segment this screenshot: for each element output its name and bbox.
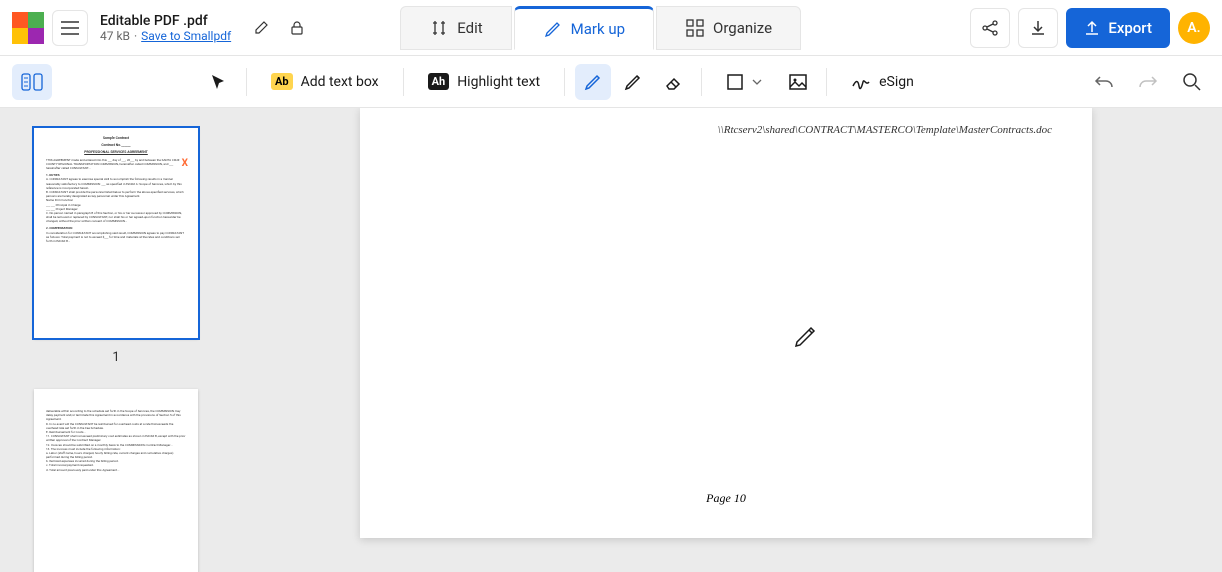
pencil-tool[interactable] — [575, 64, 611, 100]
shape-tool[interactable] — [712, 64, 776, 100]
page-number-label: 1 — [14, 350, 218, 365]
smallpdf-logo[interactable] — [12, 12, 44, 44]
hamburger-menu-button[interactable] — [52, 10, 88, 46]
document-viewport[interactable]: \\Rtcserv2\shared\CONTRACT\MASTERCO\Temp… — [232, 108, 1222, 572]
export-button[interactable]: Export — [1066, 8, 1170, 48]
app-header: Editable PDF .pdf 47 kB · Save to Smallp… — [0, 0, 1222, 56]
content-area: X Sample Contract Contract No.______ PRO… — [0, 108, 1222, 572]
panel-toggle-button[interactable] — [12, 64, 52, 100]
page-thumbnail-2[interactable]: deliverable within according to the sche… — [34, 389, 198, 572]
edit-filename-button[interactable] — [247, 14, 275, 42]
share-button[interactable] — [970, 8, 1010, 48]
markup-toolbar: Ab Add text box Ah Highlight text eSign — [0, 56, 1222, 108]
eraser-tool[interactable] — [655, 64, 691, 100]
file-name: Editable PDF .pdf — [100, 13, 231, 29]
lock-icon[interactable] — [283, 14, 311, 42]
page-footer: Page 10 — [360, 491, 1092, 506]
pencil-cursor-icon — [792, 324, 818, 350]
file-info: Editable PDF .pdf 47 kB · Save to Smallp… — [100, 13, 231, 43]
tab-markup[interactable]: Mark up — [514, 6, 654, 50]
save-to-smallpdf-link[interactable]: Save to Smallpdf — [141, 29, 231, 43]
chevron-down-icon — [752, 79, 762, 85]
highlighter-tool[interactable] — [615, 64, 651, 100]
ab-icon: Ab — [271, 73, 293, 90]
select-tool[interactable] — [200, 64, 236, 100]
thumbnail-sidebar[interactable]: X Sample Contract Contract No.______ PRO… — [0, 108, 232, 572]
thumb-annotation-x: X — [182, 158, 188, 169]
undo-button[interactable] — [1086, 64, 1122, 100]
tab-edit[interactable]: Edit — [400, 6, 511, 50]
page-thumbnail-1[interactable]: X Sample Contract Contract No.______ PRO… — [34, 128, 198, 338]
tab-organize[interactable]: Organize — [656, 6, 801, 50]
user-avatar[interactable]: A. — [1178, 12, 1210, 44]
add-text-box-tool[interactable]: Ab Add text box — [257, 64, 393, 100]
file-size: 47 kB — [100, 29, 130, 43]
search-button[interactable] — [1174, 64, 1210, 100]
esign-tool[interactable]: eSign — [837, 64, 928, 100]
pdf-page[interactable]: \\Rtcserv2\shared\CONTRACT\MASTERCO\Temp… — [360, 108, 1092, 538]
image-tool[interactable] — [780, 64, 816, 100]
document-path: \\Rtcserv2\shared\CONTRACT\MASTERCO\Temp… — [400, 124, 1052, 136]
download-button[interactable] — [1018, 8, 1058, 48]
file-meta: 47 kB · Save to Smallpdf — [100, 29, 231, 43]
header-actions: Export A. — [970, 8, 1210, 48]
redo-button[interactable] — [1130, 64, 1166, 100]
ah-icon: Ah — [428, 73, 450, 90]
highlight-text-tool[interactable]: Ah Highlight text — [414, 64, 555, 100]
mode-tabs: Edit Mark up Organize — [399, 6, 802, 50]
